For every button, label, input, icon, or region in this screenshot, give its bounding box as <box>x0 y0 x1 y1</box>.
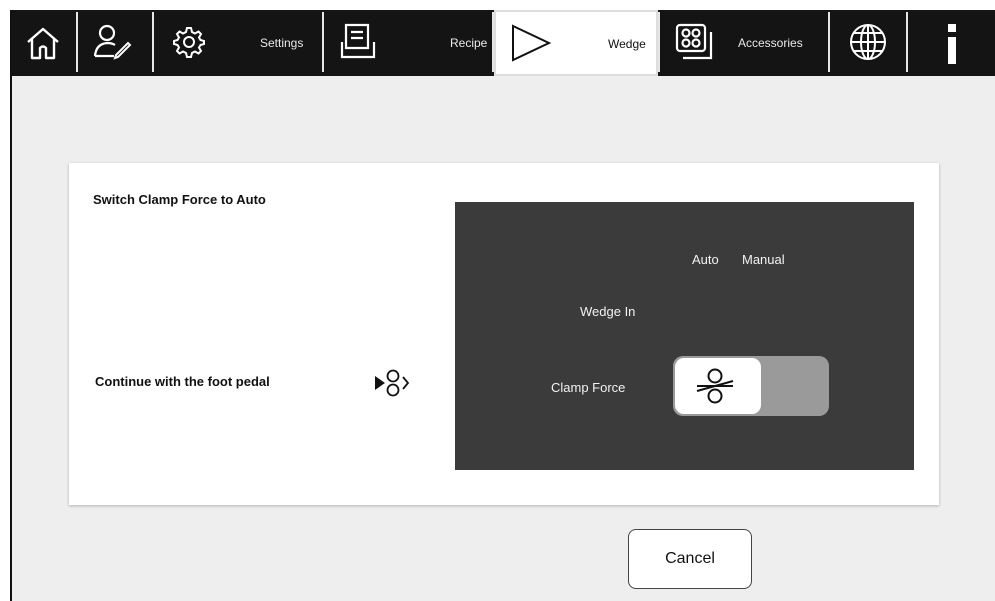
toolbar-accessories-label: Accessories <box>738 36 803 50</box>
toolbar-language-button[interactable] <box>830 10 906 76</box>
gear-icon <box>173 27 205 58</box>
cancel-button[interactable]: Cancel <box>628 529 752 589</box>
clamp-force-label: Clamp Force <box>551 380 626 395</box>
toolbar-recipe-button[interactable]: Recipe <box>324 10 492 76</box>
toolbar-operator-button[interactable] <box>78 10 152 76</box>
toolbar-info-button[interactable] <box>908 10 995 76</box>
instruction-title: Switch Clamp Force to Auto <box>93 192 266 207</box>
info-icon <box>948 24 956 64</box>
toolbar-home-button[interactable] <box>12 10 76 76</box>
clamp-force-toggle-knob <box>675 358 761 414</box>
toolbar-settings-button[interactable]: Settings <box>154 10 322 76</box>
clamp-force-dialog: Switch Clamp Force to Auto Continue with… <box>69 163 939 505</box>
recipe-icon <box>340 23 376 59</box>
wedge-in-label: Wedge In <box>580 304 636 319</box>
user-edit-icon <box>93 24 132 60</box>
manual-column-label: Manual <box>742 252 785 267</box>
machine-status-panel: Auto Manual Wedge In Clamp Force <box>455 202 914 470</box>
toolbar-accessories-button[interactable]: Accessories <box>660 10 828 76</box>
auto-column-label: Auto <box>692 252 719 267</box>
foot-pedal-icon <box>375 369 410 397</box>
wedge-play-icon <box>512 24 552 62</box>
toolbar-recipe-label: Recipe <box>450 36 488 50</box>
instruction-foot-pedal: Continue with the foot pedal <box>95 374 270 389</box>
toolbar-wedge-tab[interactable]: Wedge <box>494 10 658 76</box>
clamp-rollers-icon <box>696 368 734 404</box>
toolbar-settings-label: Settings <box>260 36 304 50</box>
toolbar-wedge-label: Wedge <box>608 37 646 51</box>
top-toolbar: Settings Recipe Wedge Accessories <box>12 10 995 76</box>
screen: Settings Recipe Wedge Accessories Switch… <box>10 10 995 601</box>
accessories-icon <box>675 23 713 60</box>
clamp-force-toggle[interactable] <box>673 356 829 416</box>
home-icon <box>27 27 59 60</box>
globe-icon <box>850 24 886 60</box>
